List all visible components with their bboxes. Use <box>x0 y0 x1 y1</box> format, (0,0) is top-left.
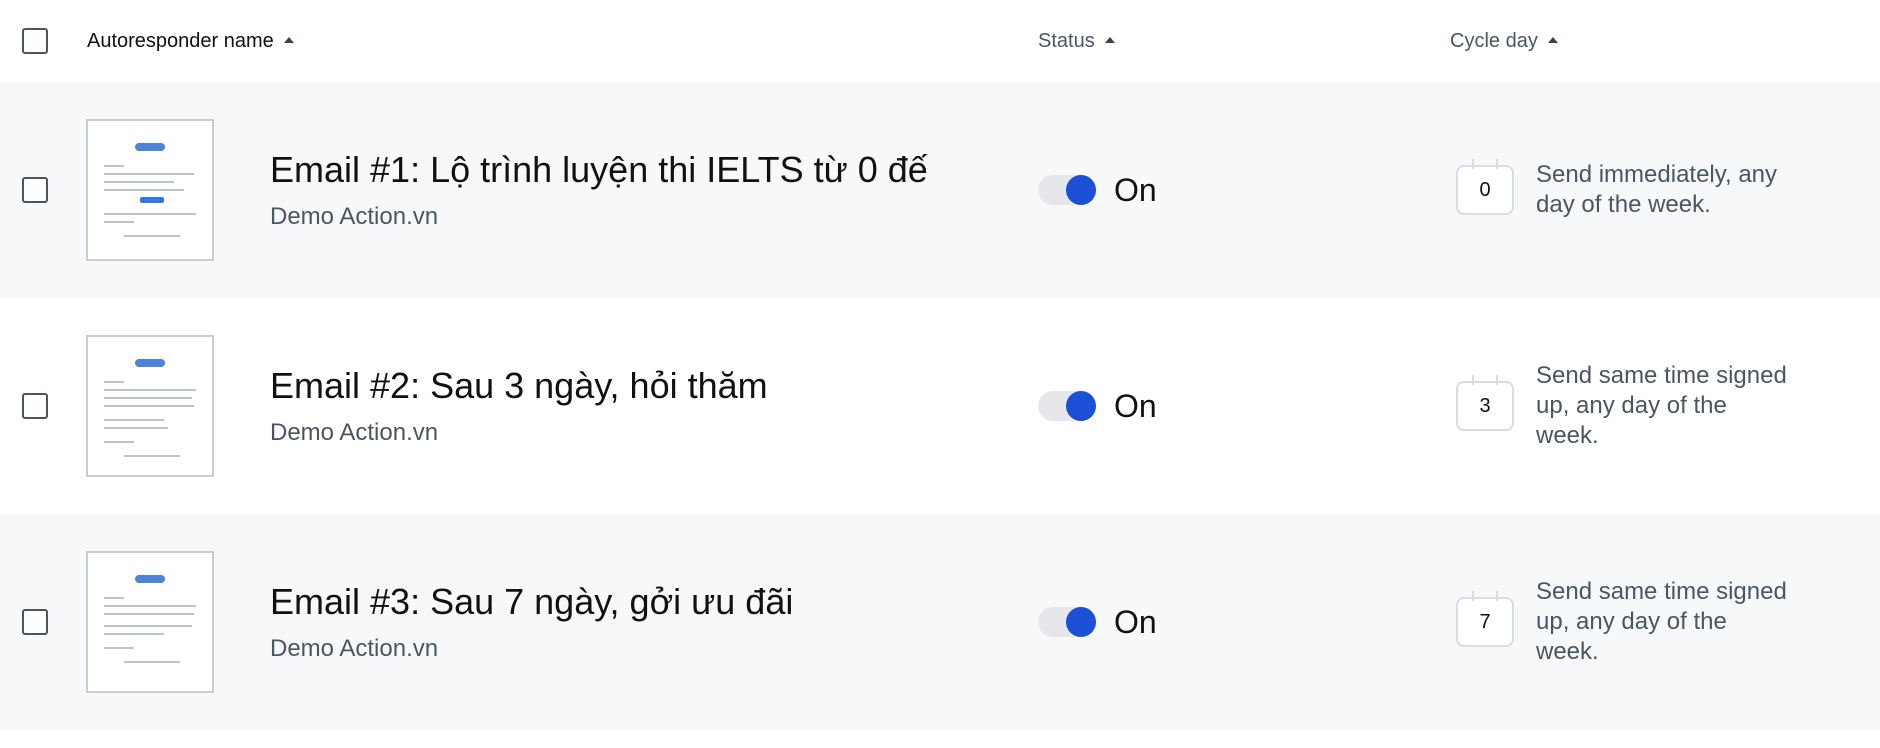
thumbnail-logo <box>135 575 165 583</box>
table-header: Autoresponder name Status Cycle day <box>0 0 1880 82</box>
row-checkbox[interactable] <box>22 177 48 203</box>
table-row[interactable]: Email #3: Sau 7 ngày, gởi ưu đãi Demo Ac… <box>0 514 1880 730</box>
autoresponder-table: Autoresponder name Status Cycle day Emai… <box>0 0 1880 730</box>
sort-caret-icon <box>1547 37 1558 43</box>
row-checkbox[interactable] <box>22 609 48 635</box>
select-all-checkbox[interactable] <box>22 28 48 54</box>
autoresponder-title[interactable]: Email #2: Sau 3 ngày, hỏi thăm <box>270 365 930 407</box>
status-label: On <box>1114 603 1157 640</box>
status-header-label: Status <box>1038 29 1095 52</box>
thumbnail-logo <box>135 143 165 151</box>
campaign-name: Demo Action.vn <box>270 419 439 446</box>
table-row[interactable]: Email #2: Sau 3 ngày, hỏi thăm Demo Acti… <box>0 298 1880 514</box>
calendar-icon: 7 <box>1456 591 1514 647</box>
status-toggle[interactable] <box>1038 391 1096 421</box>
campaign-name: Demo Action.vn <box>270 203 439 230</box>
sort-caret-icon <box>283 37 294 43</box>
cycle-day-number: 3 <box>1479 394 1491 417</box>
email-thumbnail[interactable] <box>86 119 214 261</box>
autoresponder-title[interactable]: Email #1: Lộ trình luyện thi IELTS từ 0 … <box>270 149 930 191</box>
cycle-description: Send same time signed up, any day of the… <box>1536 362 1787 449</box>
autoresponder-title[interactable]: Email #3: Sau 7 ngày, gởi ưu đãi <box>270 581 930 623</box>
cycle-description: Send immediately, any day of the week. <box>1536 161 1778 218</box>
row-checkbox[interactable] <box>22 393 48 419</box>
sort-caret-icon <box>1104 37 1115 43</box>
sort-status-header[interactable]: Status <box>1038 30 1115 53</box>
cycle-day-number: 7 <box>1479 610 1491 633</box>
cycle-header-label: Cycle day <box>1450 29 1538 52</box>
status-label: On <box>1114 387 1157 424</box>
campaign-name: Demo Action.vn <box>270 635 439 662</box>
sort-name-header[interactable]: Autoresponder name <box>87 30 294 53</box>
calendar-icon: 0 <box>1456 159 1514 215</box>
name-header-label: Autoresponder name <box>87 29 274 52</box>
email-thumbnail[interactable] <box>86 335 214 477</box>
cycle-day-number: 0 <box>1479 178 1491 201</box>
calendar-icon: 3 <box>1456 375 1514 431</box>
cycle-description: Send same time signed up, any day of the… <box>1536 578 1787 665</box>
status-toggle[interactable] <box>1038 175 1096 205</box>
table-row[interactable]: Email #1: Lộ trình luyện thi IELTS từ 0 … <box>0 82 1880 298</box>
thumbnail-logo <box>135 359 165 367</box>
sort-cycle-header[interactable]: Cycle day <box>1450 30 1558 53</box>
status-toggle[interactable] <box>1038 607 1096 637</box>
status-label: On <box>1114 171 1157 208</box>
email-thumbnail[interactable] <box>86 551 214 693</box>
